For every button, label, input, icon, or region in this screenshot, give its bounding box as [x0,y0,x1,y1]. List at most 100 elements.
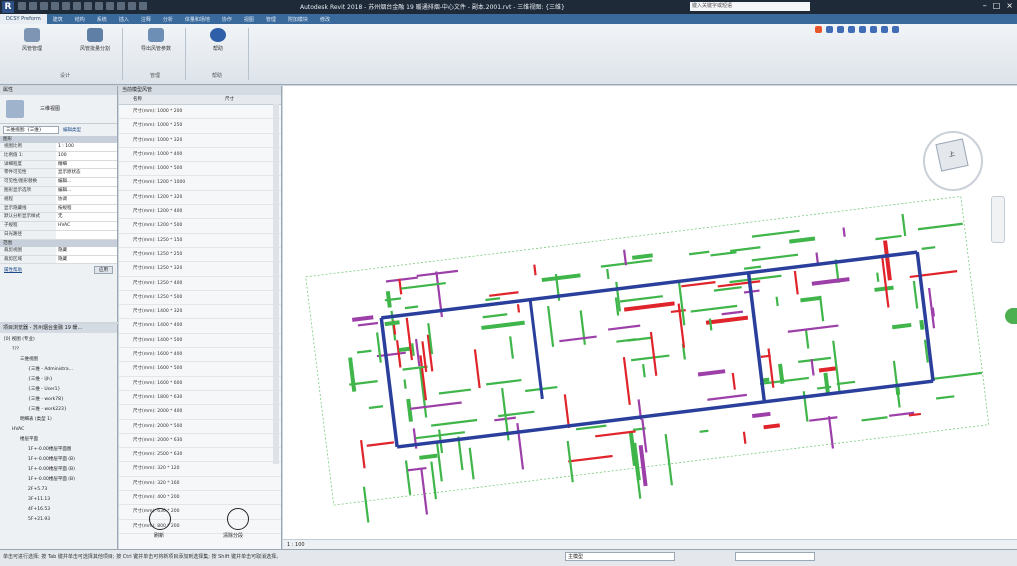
duct-size-row[interactable]: 尺寸(mm): 1200 * 400 [119,205,281,220]
duct-size-row[interactable]: 尺寸(mm): 1250 * 250 [119,248,281,263]
duct-segment[interactable] [498,410,535,418]
duct-segment[interactable] [935,395,955,400]
duct-size-row[interactable]: 尺寸(mm): 1600 * 600 [119,377,281,391]
duct-segment[interactable] [368,405,384,410]
emoji-icon[interactable] [859,26,866,33]
browser-tree-node[interactable]: 楼层平面 [0,435,117,445]
lang-icon[interactable] [826,26,833,33]
maximize-icon[interactable]: □ [993,1,1001,10]
duct-segment[interactable] [793,270,799,295]
browser-tree-node[interactable]: {三维 - work78} [0,395,117,405]
clear-split-button[interactable] [227,508,249,530]
property-value[interactable]: HVAC [56,222,117,230]
duct-segment[interactable] [468,447,475,480]
duct-segment[interactable] [707,393,748,401]
tab-0[interactable]: DCSY Preform [0,14,47,24]
browser-tree-node[interactable]: 3F+11.13 [0,495,117,505]
duct-segment[interactable] [731,372,736,390]
view-type-select[interactable]: 三维视图: {三维} [3,126,59,134]
duct-segment[interactable] [917,222,963,231]
duct-segment[interactable] [359,439,366,469]
duct-segment[interactable] [891,322,912,330]
duct-segment[interactable] [348,357,357,392]
workset-select[interactable]: 主模型 [565,552,675,561]
browser-tree-node[interactable]: HVAC [0,425,117,435]
tools-icon[interactable] [892,26,899,33]
duct-segment[interactable] [710,251,737,257]
property-value[interactable]: 100 [56,151,117,160]
duct-size-row[interactable]: 尺寸(mm): 1600 * 400 [119,348,281,363]
tab-2[interactable]: 结构 [69,14,91,24]
browser-tree-node[interactable]: 明细表 (类型 1) [0,415,117,425]
help-button[interactable]: 帮助 [198,28,238,52]
duct-segment[interactable] [411,343,415,356]
property-value[interactable]: 显示原状态 [56,169,117,178]
property-value[interactable]: 按规程 [56,204,117,213]
duct-segment[interactable] [606,268,610,280]
duct-segment[interactable] [482,313,508,319]
tab-9[interactable]: 视图 [238,14,260,24]
export-duct-button[interactable]: 导出风管参数 [136,28,176,52]
duct-size-row[interactable]: 尺寸(mm): 1000 * 500 [119,162,281,177]
view-scale[interactable]: 1 : 100 [287,542,305,548]
duct-segment[interactable] [405,317,414,361]
duct-segment[interactable] [909,270,958,279]
duct-segment[interactable] [681,281,716,288]
duct-segment[interactable] [384,320,400,327]
duct-size-row[interactable]: 尺寸(mm): 800 * 200 [119,520,281,534]
viewcube-icon[interactable]: 上 [935,138,969,172]
tab-11[interactable]: 附加模块 [282,14,314,24]
duct-list-scrollbar[interactable] [273,104,279,464]
duct-segment[interactable] [419,453,438,460]
duct-size-row[interactable]: 尺寸(mm): 2000 * 630 [119,434,281,449]
duct-segment[interactable] [823,372,830,394]
duct-segment[interactable] [489,291,519,297]
duct-segment[interactable] [921,246,936,250]
duct-segment[interactable] [875,234,902,241]
property-value[interactable]: 隐藏 [56,255,117,264]
duct-segment[interactable] [375,332,382,363]
duct-segment[interactable] [457,436,464,471]
duct-segment[interactable] [407,466,427,472]
duct-segment[interactable] [420,467,429,515]
duct-segment[interactable] [901,213,907,237]
undo-icon[interactable] [51,2,59,10]
duct-segment[interactable] [568,454,613,463]
duct-size-row[interactable]: 尺寸(mm): 320 * 120 [119,462,281,477]
duct-size-row[interactable]: 尺寸(mm): 1400 * 500 [119,334,281,349]
property-value[interactable]: 1 : 100 [56,143,117,151]
refresh-button[interactable] [149,508,171,530]
duct-size-row[interactable]: 尺寸(mm): 1200 * 320 [119,191,281,206]
duct-size-row[interactable]: 尺寸(mm): 1250 * 150 [119,234,281,248]
browser-tree-node[interactable]: 1F+-0.00楼层平面 (B) [0,455,117,465]
duct-segment[interactable] [630,354,670,362]
duct-size-row[interactable]: 尺寸(mm): 1250 * 500 [119,291,281,306]
duct-segment[interactable] [356,349,372,354]
property-value[interactable]: 编辑... [56,178,117,186]
duct-segment[interactable] [486,378,522,386]
duct-segment[interactable] [932,371,983,381]
duct-segment[interactable] [533,264,537,276]
browser-tree-node[interactable]: 2F+5.73 [0,485,117,495]
main-duct[interactable] [915,251,935,382]
duct-size-row[interactable]: 尺寸(mm): 1200 * 1000 [119,176,281,191]
duct-segment[interactable] [622,356,631,405]
browser-tree-node[interactable]: 1F+-0.00楼层平面图 [0,445,117,455]
duct-size-row[interactable]: 尺寸(mm): 630 * 200 [119,505,281,520]
duct-segment[interactable] [751,229,800,238]
punct-icon[interactable] [848,26,855,33]
duct-size-row[interactable]: 尺寸(mm): 1800 * 630 [119,391,281,406]
duct-segment[interactable] [713,286,742,292]
duct-segment[interactable] [398,346,411,353]
edit-type-button[interactable]: 编辑类型 [63,127,81,133]
duct-segment[interactable] [789,236,816,244]
tab-5[interactable]: 注释 [135,14,157,24]
duct-segment[interactable] [721,310,744,316]
thin-lines-icon[interactable] [128,2,136,10]
moon-icon[interactable] [837,26,844,33]
tab-3[interactable]: 系统 [91,14,113,24]
duct-segment[interactable] [699,429,709,433]
duct-segment[interactable] [742,431,747,444]
duct-segment[interactable] [688,250,710,256]
browser-tree-node[interactable]: 4F+16.53 [0,505,117,515]
